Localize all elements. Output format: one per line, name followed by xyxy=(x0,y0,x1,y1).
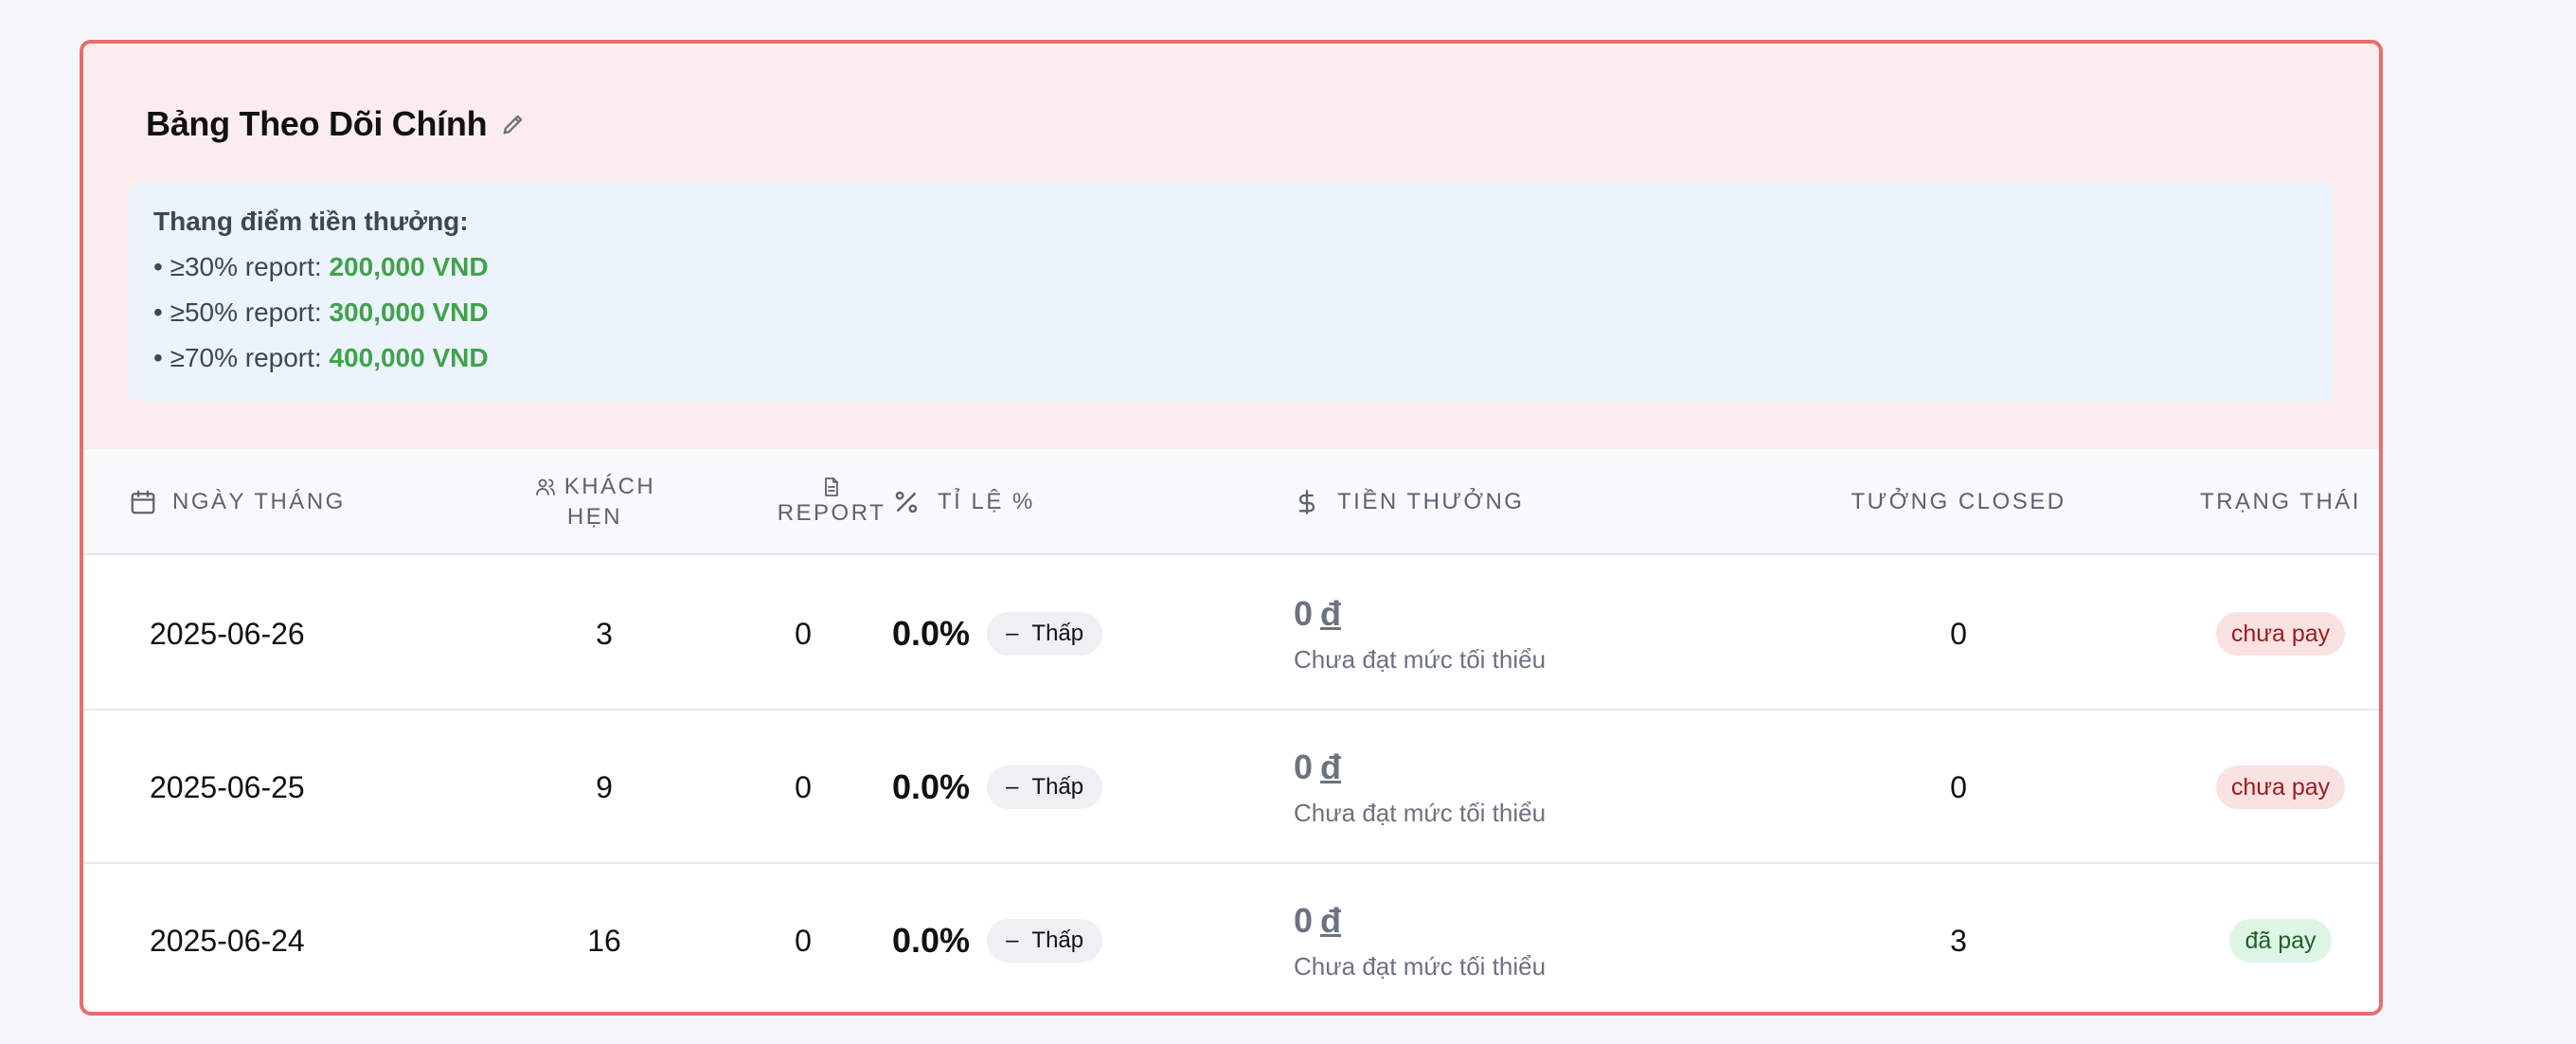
column-header-status[interactable]: TRẠNG THÁI xyxy=(2110,449,2379,555)
bonus-tier-amount: 300,000 VND xyxy=(329,297,489,327)
currency-symbol: đ xyxy=(1320,901,1342,940)
row-status-cell: chưa pay xyxy=(2110,711,2379,864)
dash-icon: – xyxy=(1006,621,1019,646)
row-status-cell: chưa pay xyxy=(2110,557,2379,711)
table-row[interactable]: 2025-06-24 16 0 0.0% – Thấp 0đ Chưa đạt … xyxy=(83,864,2379,1012)
column-header-bonus-label: TIỀN THƯỞNG xyxy=(1337,489,1525,514)
rate-level-label: Thấp xyxy=(1031,927,1084,953)
main-tracking-card: Bảng Theo Dõi Chính Thang điểm tiền thưở… xyxy=(80,40,2383,1016)
row-rate: 0.0% xyxy=(892,921,971,960)
column-header-rate[interactable]: TỈ LỆ % xyxy=(892,449,1176,555)
card-header: Bảng Theo Dõi Chính Thang điểm tiền thưở… xyxy=(83,44,2379,449)
column-header-closed-label: TƯỞNG CLOSED xyxy=(1851,489,2066,514)
row-rate-cell: 0.0% – Thấp xyxy=(892,864,1103,1012)
row-date: 2025-06-25 xyxy=(150,769,305,804)
bonus-tier: • ≥50% report: 300,000 VND xyxy=(153,297,2309,328)
users-icon xyxy=(535,478,555,495)
bonus-tier: • ≥70% report: 400,000 VND xyxy=(153,343,2309,373)
status-badge[interactable]: chưa pay xyxy=(2215,612,2346,656)
row-rate-cell: 0.0% – Thấp xyxy=(892,557,1103,711)
row-report: 0 xyxy=(795,616,812,651)
column-header-closed[interactable]: TƯỞNG CLOSED xyxy=(1760,449,2157,555)
bonus-tier-label: • ≥70% report: xyxy=(153,343,330,372)
row-customers: 3 xyxy=(596,616,613,651)
row-bonus-amount: 0đ xyxy=(1294,747,1341,788)
row-status-cell: đã pay xyxy=(2110,864,2379,1012)
bonus-amount-value: 0 xyxy=(1294,594,1314,633)
bonus-tier: • ≥30% report: 200,000 VND xyxy=(153,252,2309,282)
column-header-rate-label: TỈ LỆ % xyxy=(938,489,1035,514)
bonus-scale-box: Thang điểm tiền thưởng: • ≥30% report: 2… xyxy=(129,182,2334,402)
row-bonus-cell: 0đ Chưa đạt mức tối thiểu xyxy=(1294,711,1546,864)
status-badge[interactable]: đã pay xyxy=(2229,919,2332,963)
rate-level-badge: – Thấp xyxy=(987,765,1103,809)
row-bonus-cell: 0đ Chưa đạt mức tối thiểu xyxy=(1294,864,1547,1012)
bonus-tier-amount: 400,000 VND xyxy=(329,343,489,372)
row-customers: 9 xyxy=(596,769,613,804)
row-date: 2025-06-24 xyxy=(150,923,305,958)
bonus-tier-label: • ≥50% report: xyxy=(153,297,330,327)
percent-icon xyxy=(895,491,918,513)
bonus-tier-label: • ≥30% report: xyxy=(153,252,330,281)
row-report: 0 xyxy=(795,769,812,804)
dollar-icon xyxy=(1298,490,1315,514)
column-header-report-label: REPORT xyxy=(777,500,886,526)
column-header-customers-label-1: KHÁCH xyxy=(564,474,656,499)
bonus-amount-value: 0 xyxy=(1294,901,1314,940)
row-rate: 0.0% xyxy=(892,767,971,806)
row-bonus-note: Chưa đạt mức tối thiểu xyxy=(1294,952,1547,981)
table-header: NGÀY THÁNG KHÁCH HẸN REPORT TỈ LỆ % TIỀN… xyxy=(83,449,2379,555)
column-header-date-label: NGÀY THÁNG xyxy=(172,489,346,514)
status-badge[interactable]: chưa pay xyxy=(2215,765,2346,809)
column-header-bonus[interactable]: TIỀN THƯỞNG xyxy=(1294,449,1597,555)
row-closed: 3 xyxy=(1950,923,1967,958)
currency-symbol: đ xyxy=(1320,747,1342,786)
row-bonus-amount: 0đ xyxy=(1294,593,1341,635)
dash-icon: – xyxy=(1006,774,1019,800)
bonus-scale-title: Thang điểm tiền thưởng: xyxy=(153,207,469,236)
row-closed: 0 xyxy=(1950,769,1967,804)
currency-symbol: đ xyxy=(1320,594,1342,633)
row-customers: 16 xyxy=(587,923,621,958)
rate-level-badge: – Thấp xyxy=(987,919,1103,963)
row-bonus-note: Chưa đạt mức tối thiểu xyxy=(1294,645,1547,674)
column-header-date[interactable]: NGÀY THÁNG xyxy=(129,449,375,555)
row-bonus-cell: 0đ Chưa đạt mức tối thiểu xyxy=(1294,557,1546,711)
row-date: 2025-06-26 xyxy=(150,616,305,651)
row-bonus-note: Chưa đạt mức tối thiểu xyxy=(1294,799,1547,827)
rate-level-label: Thấp xyxy=(1031,621,1084,646)
row-rate: 0.0% xyxy=(892,614,971,653)
table-row[interactable]: 2025-06-25 9 0 0.0% – Thấp 0đ Chưa đạt m… xyxy=(83,711,2379,864)
column-header-customers[interactable]: KHÁCH HẸN xyxy=(500,449,689,555)
column-header-customers-label-2: HẸN xyxy=(566,504,623,530)
rate-level-badge: – Thấp xyxy=(987,612,1103,656)
bonus-tier-amount: 200,000 VND xyxy=(329,252,489,281)
row-report: 0 xyxy=(795,923,812,958)
bonus-amount-value: 0 xyxy=(1294,747,1314,786)
rate-level-label: Thấp xyxy=(1031,774,1084,800)
calendar-icon xyxy=(131,490,155,514)
column-header-status-label: TRẠNG THÁI xyxy=(2200,489,2361,514)
document-icon xyxy=(825,477,838,496)
pencil-icon[interactable] xyxy=(500,111,527,137)
table-row[interactable]: 2025-06-26 3 0 0.0% – Thấp 0đ Chưa đạt m… xyxy=(83,557,2379,711)
row-bonus-amount: 0đ xyxy=(1294,900,1341,942)
title-row: Bảng Theo Dõi Chính xyxy=(146,104,527,144)
dash-icon: – xyxy=(1006,927,1019,953)
page-title: Bảng Theo Dõi Chính xyxy=(146,104,488,143)
row-rate-cell: 0.0% – Thấp xyxy=(892,711,1103,864)
row-closed: 0 xyxy=(1950,616,1967,651)
